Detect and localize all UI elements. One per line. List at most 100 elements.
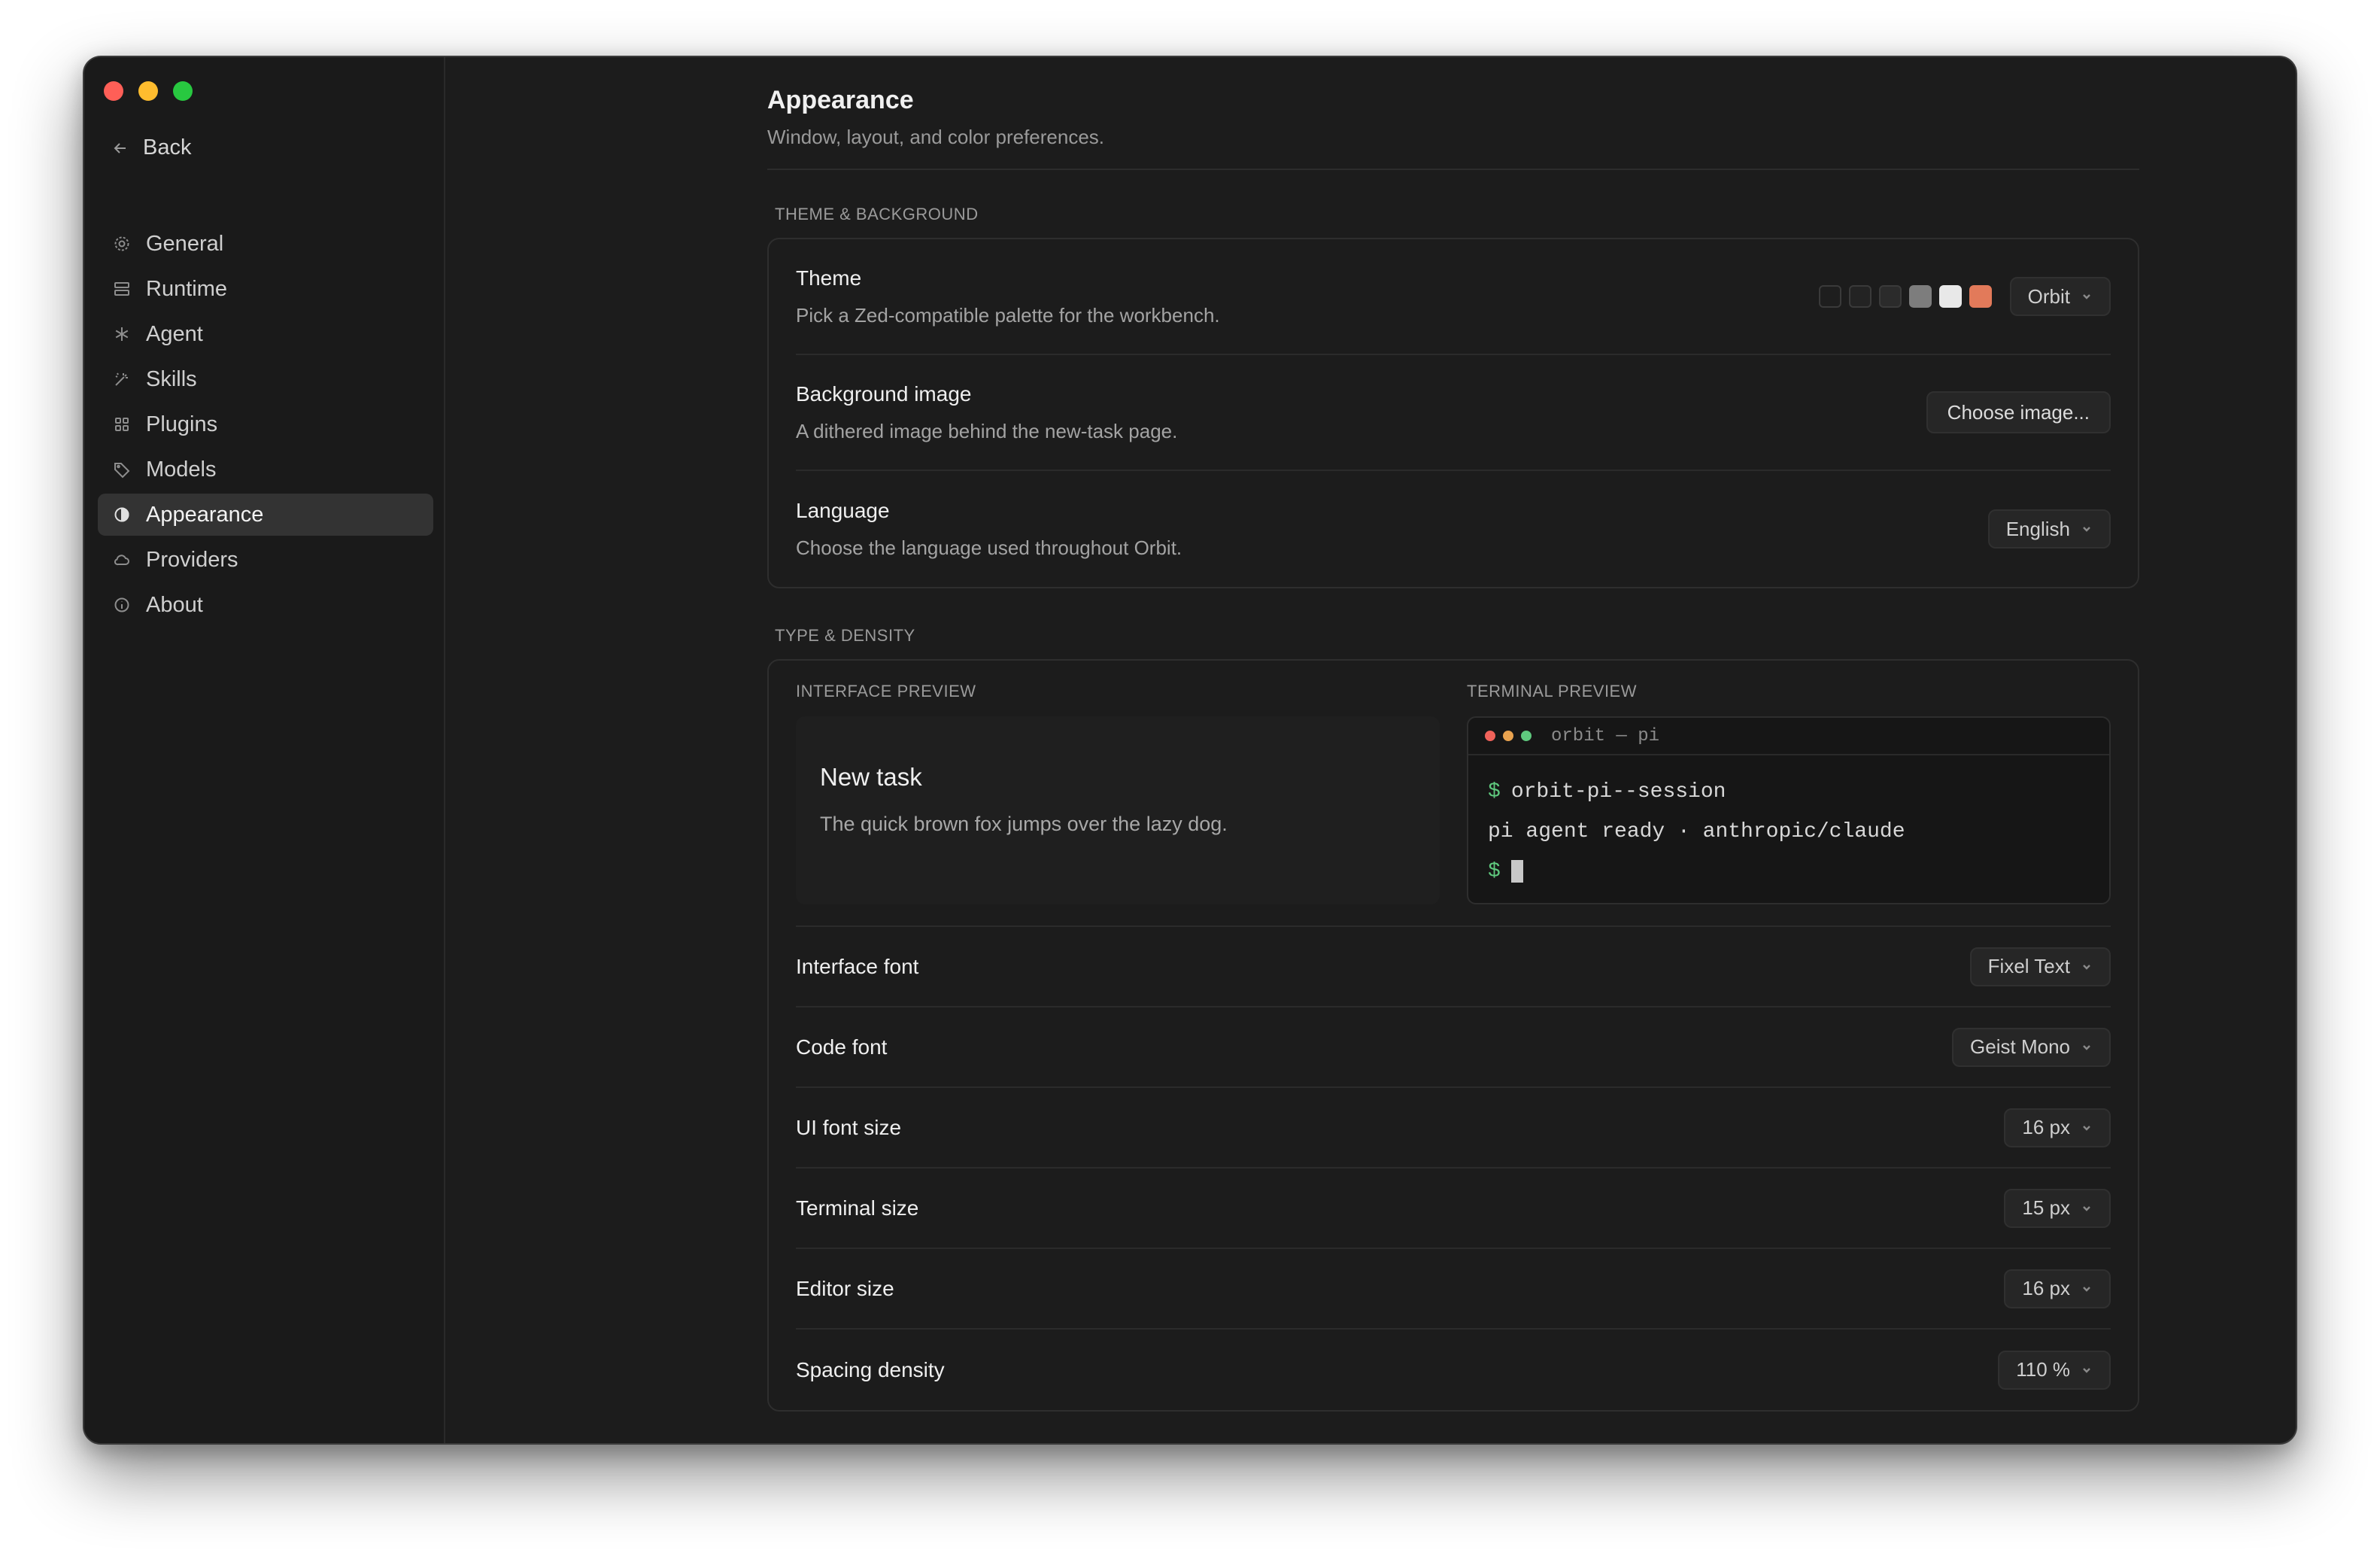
gear-icon (111, 233, 132, 254)
sidebar-item-label: Appearance (146, 502, 264, 527)
sidebar-item-label: About (146, 592, 203, 617)
interface-font-title: Interface font (796, 954, 919, 978)
spacing-density-value: 110 % (2016, 1358, 2070, 1381)
cloud-icon (111, 549, 132, 570)
editor-size-value: 16 px (2022, 1277, 2070, 1299)
theme-title: Theme (796, 266, 862, 290)
theme-desc: Pick a Zed-compatible palette for the wo… (796, 303, 1220, 327)
sidebar-item-label: General (146, 231, 224, 256)
sidebar-item-label: Plugins (146, 412, 218, 436)
sidebar-item-general[interactable]: General (98, 223, 433, 265)
theme-swatch (1878, 285, 1902, 308)
info-icon (111, 594, 132, 615)
type-card: INTERFACE PREVIEW New task The quick bro… (767, 659, 2139, 1412)
ui-font-size-title: UI font size (796, 1115, 902, 1139)
sidebar-item-label: Runtime (146, 276, 227, 301)
sidebar-item-label: Models (146, 457, 217, 482)
terminal-size-value: 15 px (2022, 1196, 2070, 1219)
preview-title: New task (820, 763, 922, 791)
section-label-theme: THEME & BACKGROUND (775, 205, 979, 223)
arrow-left-icon (114, 142, 126, 153)
code-font-select[interactable]: Geist Mono (1952, 1027, 2111, 1067)
spacing-density-row: Spacing density 110 % (796, 1330, 2111, 1410)
settings-window: Back General Runtime Agent Skills Plugin… (83, 56, 2297, 1445)
server-icon (111, 278, 132, 299)
sidebar-item-plugins[interactable]: Plugins (98, 403, 433, 445)
spacing-density-select[interactable]: 110 % (1998, 1350, 2111, 1390)
language-select-value: English (2005, 517, 2070, 540)
code-font-value: Geist Mono (1970, 1035, 2070, 1058)
code-font-row: Code font Geist Mono (796, 1007, 2111, 1088)
terminal-size-row: Terminal size 15 px (796, 1169, 2111, 1249)
back-button[interactable]: Back (111, 135, 191, 160)
chevron-down-icon (2081, 1041, 2093, 1053)
terminal-cursor (1510, 859, 1523, 883)
terminal-body: $ orbit-pi--session pi agent ready · anth… (1468, 755, 2109, 903)
sidebar-item-runtime[interactable]: Runtime (98, 268, 433, 310)
zoom-window-button[interactable] (173, 81, 193, 101)
main-panel: Appearance Window, layout, and color pre… (445, 57, 2296, 1443)
interface-preview-label: INTERFACE PREVIEW (796, 682, 976, 701)
editor-size-select[interactable]: 16 px (2004, 1269, 2111, 1308)
chevron-down-icon (2081, 523, 2093, 535)
theme-select[interactable]: Orbit (2009, 277, 2111, 316)
terminal-dot-yellow (1503, 731, 1513, 741)
theme-swatches (1818, 285, 1992, 308)
background-row: Background image A dithered image behind… (796, 355, 2111, 471)
sidebar-item-models[interactable]: Models (98, 448, 433, 491)
window-controls (104, 81, 193, 101)
terminal-size-title: Terminal size (796, 1196, 919, 1220)
minimize-window-button[interactable] (138, 81, 158, 101)
theme-card: Theme Pick a Zed-compatible palette for … (767, 238, 2139, 588)
tag-icon (111, 459, 132, 480)
terminal-prompt: $ (1488, 860, 1501, 883)
chevron-down-icon (2081, 961, 2093, 973)
sidebar-item-about[interactable]: About (98, 584, 433, 626)
ui-font-size-select[interactable]: 16 px (2004, 1108, 2111, 1147)
divider (767, 169, 2139, 170)
terminal-line-1: orbit-pi--session (1510, 780, 1726, 804)
contrast-icon (111, 504, 132, 525)
sidebar-item-agent[interactable]: Agent (98, 313, 433, 355)
sidebar-item-skills[interactable]: Skills (98, 358, 433, 400)
page-title: Appearance (767, 86, 914, 114)
interface-preview: INTERFACE PREVIEW New task The quick bro… (796, 682, 1440, 904)
grid-icon (111, 414, 132, 435)
wand-icon (111, 369, 132, 390)
terminal-titlebar: orbit — pi (1468, 718, 2109, 755)
spacing-density-title: Spacing density (796, 1357, 945, 1381)
language-row: Language Choose the language used throug… (796, 471, 2111, 587)
language-select[interactable]: English (1987, 509, 2111, 549)
interface-font-select[interactable]: Fixel Text (1969, 947, 2111, 986)
chevron-down-icon (2081, 290, 2093, 302)
theme-swatch (1969, 285, 1992, 308)
close-window-button[interactable] (104, 81, 123, 101)
sidebar: Back General Runtime Agent Skills Plugin… (84, 57, 445, 1443)
chevron-down-icon (2081, 1283, 2093, 1295)
terminal-size-select[interactable]: 15 px (2004, 1188, 2111, 1228)
terminal-prompt: $ (1488, 780, 1501, 804)
editor-size-title: Editor size (796, 1276, 894, 1300)
editor-size-row: Editor size 16 px (796, 1249, 2111, 1330)
ui-font-size-row: UI font size 16 px (796, 1088, 2111, 1169)
theme-select-value: Orbit (2027, 284, 2070, 308)
sidebar-item-providers[interactable]: Providers (98, 539, 433, 581)
sidebar-item-label: Agent (146, 321, 203, 346)
terminal-preview: TERMINAL PREVIEW orbit — pi $ orbit-pi--s… (1467, 682, 2111, 904)
sidebar-item-label: Providers (146, 547, 238, 572)
terminal-dot-red (1485, 731, 1495, 741)
terminal-title: orbit — pi (1551, 725, 1660, 746)
preview-body: The quick brown fox jumps over the lazy … (820, 813, 1228, 835)
sidebar-item-label: Skills (146, 366, 197, 391)
back-label: Back (143, 135, 192, 160)
interface-font-value: Fixel Text (1987, 955, 2070, 977)
terminal-line-2: pi agent ready · anthropic/claude (1488, 820, 1905, 843)
theme-row: Theme Pick a Zed-compatible palette for … (796, 239, 2111, 355)
sidebar-item-appearance[interactable]: Appearance (98, 494, 433, 536)
terminal-window: orbit — pi $ orbit-pi--session pi agent r… (1467, 716, 2111, 904)
language-desc: Choose the language used throughout Orbi… (796, 536, 1182, 559)
interface-preview-box: New task The quick brown fox jumps over … (796, 716, 1440, 904)
asterisk-icon (111, 324, 132, 345)
choose-image-button[interactable]: Choose image... (1926, 391, 2111, 433)
settings-nav: General Runtime Agent Skills Plugins Mod… (98, 223, 433, 629)
